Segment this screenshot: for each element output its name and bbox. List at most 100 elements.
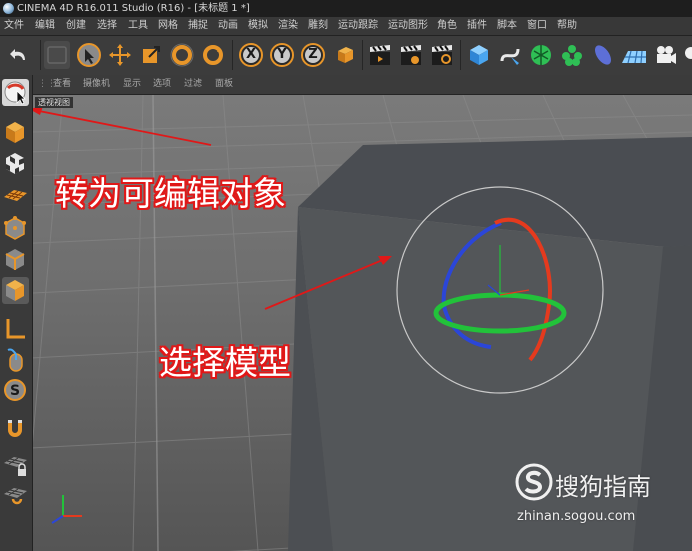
menu-edit[interactable]: 编辑 [35,17,55,35]
spline-icon [500,48,520,65]
scale-icon [143,46,160,63]
view-menu-cameras[interactable]: 摄像机 [83,75,110,94]
view-menu-display[interactable]: 显示 [123,75,141,94]
workplane-lock-button[interactable] [2,451,29,478]
make-editable-button[interactable] [2,79,29,106]
recent-tool-button[interactable] [199,41,227,69]
x-axis-lock-button[interactable]: X [237,41,265,69]
annotation-convert-editable: 转为可编辑对象 [55,174,286,213]
menu-simulate[interactable]: 模拟 [248,17,268,35]
z-axis-lock-button[interactable]: Z [299,41,327,69]
undo-button[interactable] [6,41,34,69]
cube-object-button[interactable] [465,41,493,69]
svg-text:S: S [10,383,20,399]
cinema4d-app-icon [3,3,14,14]
viewport-label: 透视视图 [35,97,73,108]
make-editable-icon [4,81,26,105]
scale-tool-button[interactable] [137,41,165,69]
texture-checker-icon [6,153,24,174]
coordinate-system-icon [338,47,353,63]
subdivision-surface-button[interactable] [527,41,555,69]
view-menu-view[interactable]: 查看 [53,75,71,94]
clapper-icon [370,45,390,65]
menu-script[interactable]: 脚本 [497,17,517,35]
menu-animate[interactable]: 动画 [218,17,238,35]
light-icon [685,47,692,59]
menu-render[interactable]: 渲染 [278,17,298,35]
menu-motion-tracker[interactable]: 运动跟踪 [338,17,378,35]
subdivision-icon [531,45,551,65]
cloner-button[interactable] [558,41,586,69]
x-axis-label: X [245,47,257,62]
undo-history-icon [47,46,67,64]
menu-select[interactable]: 选择 [97,17,117,35]
points-mode-button[interactable] [2,215,29,242]
menu-window[interactable]: 窗口 [527,17,547,35]
render-view-button[interactable] [366,41,394,69]
menu-mesh[interactable]: 网格 [158,17,178,35]
snapping-button[interactable] [2,415,29,442]
workplane-align-icon [4,488,27,505]
toolbar-separator [40,40,41,70]
main-toolbar: X Y Z [0,36,692,76]
toolbar-separator [362,40,363,70]
model-cube-icon [6,122,24,143]
model-mode-button[interactable] [2,119,29,146]
menu-tools[interactable]: 工具 [128,17,148,35]
menu-file[interactable]: 文件 [4,17,24,35]
toolbar-separator [232,40,233,70]
magnet-icon [8,420,22,437]
toolbar-separator [460,40,461,70]
light-object-button[interactable] [682,41,692,69]
undo-icon [10,49,25,60]
viewport-menu-bar: ⋮⋮ 查看 摄像机 显示 选项 过滤 面板 [33,75,692,95]
title-bar: CINEMA 4D R16.011 Studio (R16) - [未标题 1 … [0,0,692,17]
clapper-icon [432,45,452,65]
deformer-button[interactable] [589,41,617,69]
menu-sculpt[interactable]: 雕刻 [308,17,328,35]
floor-object-button[interactable] [620,41,648,69]
view-menu-options[interactable]: 选项 [153,75,171,94]
mouse-icon [7,348,23,372]
render-picture-viewer-button[interactable] [397,41,425,69]
edges-mode-button[interactable] [2,246,29,273]
camera-icon [657,46,676,64]
axis-mode-icon [6,319,25,339]
cube-icon [470,45,488,65]
solo-s-icon: S [4,379,26,401]
axis-mode-button[interactable] [2,315,29,342]
floor-icon [622,50,646,64]
y-axis-lock-button[interactable]: Y [268,41,296,69]
workplane-mode-button[interactable] [2,181,29,208]
menu-character[interactable]: 角色 [437,17,457,35]
view-menu-panel[interactable]: 面板 [215,75,233,94]
menu-create[interactable]: 创建 [66,17,86,35]
tweak-mode-button[interactable] [2,346,29,373]
workplane-align-button[interactable] [2,482,29,509]
menu-bar: 文件 编辑 创建 选择 工具 网格 捕捉 动画 模拟 渲染 雕刻 运动跟踪 运动… [0,17,692,36]
spline-pen-button[interactable] [496,41,524,69]
render-settings-button[interactable] [428,41,456,69]
view-menu-filter[interactable]: 过滤 [184,75,202,94]
undo-history-button[interactable] [44,41,70,69]
polygons-mode-button[interactable] [2,277,29,304]
watermark-url: zhinan.sogou.com [517,509,636,524]
sogou-logo-icon [515,463,553,501]
solo-mode-button[interactable]: S [2,377,29,404]
coordinate-system-button[interactable] [330,41,358,69]
polygons-mode-icon [6,280,24,301]
cloner-icon [562,45,582,66]
live-selection-button[interactable] [75,41,103,69]
deformer-icon [595,45,611,65]
menu-plugins[interactable]: 插件 [467,17,487,35]
menu-mograph[interactable]: 运动图形 [388,17,428,35]
texture-mode-button[interactable] [2,150,29,177]
camera-object-button[interactable] [651,41,679,69]
menu-snap[interactable]: 捕捉 [188,17,208,35]
menu-help[interactable]: 帮助 [557,17,577,35]
annotation-select-model: 选择模型 [159,343,291,382]
edges-mode-icon [5,249,25,270]
move-tool-button[interactable] [106,41,134,69]
live-selection-icon [77,43,101,67]
rotate-tool-button[interactable] [168,41,196,69]
